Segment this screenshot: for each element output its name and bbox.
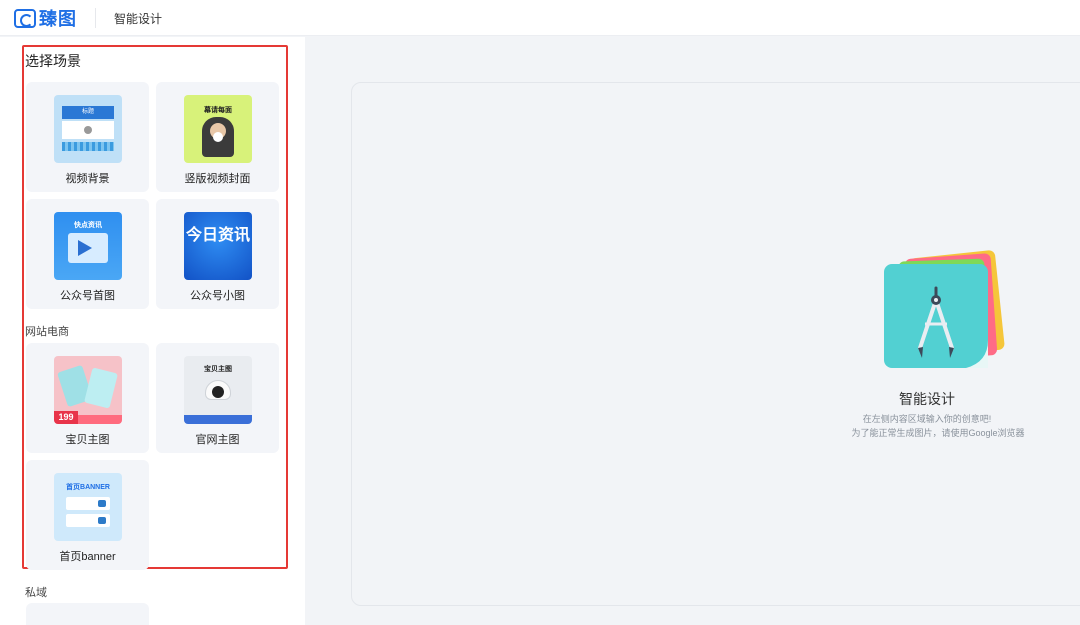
wechat-small-thumbnail: 今日资讯 bbox=[184, 212, 252, 280]
scene-card-wechat-header-image[interactable]: 快点资讯 公众号首图 bbox=[26, 199, 149, 309]
thumb-title: 快点资讯 bbox=[74, 222, 102, 229]
header-divider bbox=[95, 8, 96, 28]
design-compass-illustration bbox=[884, 250, 1005, 368]
scene-sidebar: 选择场景 标题 视频背景 幕请每面 竖版视频封面 快点资讯 公众号首图 今日资讯… bbox=[0, 37, 305, 625]
scene-card-private-domain-partial[interactable] bbox=[26, 603, 149, 625]
scene-card-label: 公众号首图 bbox=[60, 290, 115, 302]
thumb-title: 今日资讯 bbox=[185, 227, 250, 244]
browser-recommendation-hint: 为了能正常生成图片，请使用Google浏览器 bbox=[851, 428, 1025, 438]
scene-card-homepage-banner[interactable]: 首页BANNER 首页banner bbox=[26, 460, 149, 570]
thumb-title: 幕请每面 bbox=[204, 107, 232, 114]
thumb-title: 宝贝主图 bbox=[204, 366, 232, 373]
scene-card-official-site-image[interactable]: 宝贝主图 官网主图 bbox=[156, 343, 279, 453]
section-title: 选择场景 bbox=[25, 53, 81, 69]
megaphone-icon bbox=[78, 240, 92, 256]
group-title-private-domain: 私域 bbox=[25, 587, 47, 599]
scene-card-label: 宝贝主图 bbox=[65, 434, 110, 446]
empty-state-title: 智能设计 bbox=[899, 391, 955, 407]
product-main-thumbnail: 199 bbox=[54, 356, 122, 424]
logo-text: 臻图 bbox=[39, 9, 77, 29]
homepage-banner-thumbnail: 首页BANNER bbox=[54, 473, 122, 541]
top-header: 臻图 智能设计 bbox=[0, 0, 1080, 36]
scene-card-product-main-image[interactable]: 199 宝贝主图 bbox=[26, 343, 149, 453]
scene-card-label: 首页banner bbox=[59, 551, 116, 563]
group-title-ecommerce: 网站电商 bbox=[25, 326, 69, 338]
camera-icon bbox=[212, 386, 224, 398]
scene-card-video-background[interactable]: 标题 视频背景 bbox=[26, 82, 149, 192]
official-site-thumbnail: 宝贝主图 bbox=[184, 356, 252, 424]
scene-card-label: 官网主图 bbox=[195, 434, 240, 446]
scene-card-vertical-video-cover[interactable]: 幕请每面 竖版视频封面 bbox=[156, 82, 279, 192]
play-icon bbox=[213, 132, 223, 142]
page-title: 智能设计 bbox=[114, 12, 163, 26]
logo-icon bbox=[14, 8, 36, 28]
video-background-thumbnail: 标题 bbox=[54, 95, 122, 163]
scene-card-label: 视频背景 bbox=[65, 173, 110, 185]
wechat-header-thumbnail: 快点资讯 bbox=[54, 212, 122, 280]
scene-card-label: 竖版视频封面 bbox=[184, 173, 251, 185]
thumb-title: 首页BANNER bbox=[66, 484, 110, 491]
app-logo[interactable]: 臻图 bbox=[14, 6, 77, 30]
vertical-video-cover-thumbnail: 幕请每面 bbox=[184, 95, 252, 163]
scene-card-wechat-small-image[interactable]: 今日资讯 公众号小图 bbox=[156, 199, 279, 309]
empty-state-hint: 在左侧内容区域输入你的创意吧! bbox=[862, 414, 992, 424]
thumb-price: 199 bbox=[54, 411, 78, 424]
thumb-title: 标题 bbox=[62, 106, 114, 119]
scene-card-label: 公众号小图 bbox=[190, 290, 245, 302]
